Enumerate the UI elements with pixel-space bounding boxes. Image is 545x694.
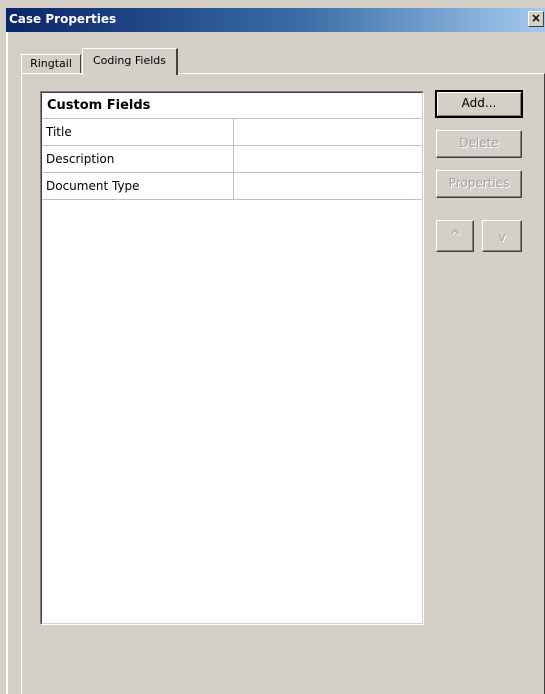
custom-fields-grid[interactable]: Custom Fields Title Description Document… xyxy=(40,91,424,625)
chevron-down-icon: v xyxy=(498,230,506,244)
table-row[interactable]: Document Type xyxy=(42,173,422,200)
chevron-up-icon: ^ xyxy=(449,228,461,242)
window-title: Case Properties xyxy=(9,12,117,26)
field-value-cell[interactable] xyxy=(234,119,422,145)
tab-coding-fields-label: Coding Fields xyxy=(92,54,167,67)
close-icon: × xyxy=(530,11,542,25)
title-bar[interactable]: Case Properties × xyxy=(6,8,545,32)
move-down-button[interactable]: v xyxy=(482,220,522,252)
grid-header: Custom Fields xyxy=(42,93,422,119)
window-frame-edge xyxy=(6,32,8,694)
table-row[interactable]: Title xyxy=(42,119,422,146)
tab-ringtail[interactable]: Ringtail xyxy=(21,54,81,74)
field-value-cell[interactable] xyxy=(234,146,422,172)
custom-fields-grid-body: Custom Fields Title Description Document… xyxy=(41,92,423,624)
move-up-button[interactable]: ^ xyxy=(436,220,474,252)
close-button[interactable]: × xyxy=(528,11,544,27)
table-row[interactable]: Description xyxy=(42,146,422,173)
field-name-cell: Description xyxy=(42,146,234,172)
field-name-cell: Document Type xyxy=(42,173,234,199)
field-value-cell[interactable] xyxy=(234,173,422,199)
add-button[interactable]: Add... xyxy=(435,90,523,118)
field-name-cell: Title xyxy=(42,119,234,145)
tab-ringtail-label: Ringtail xyxy=(30,57,72,70)
delete-button[interactable]: Delete xyxy=(436,130,522,158)
tab-coding-fields[interactable]: Coding Fields xyxy=(82,48,178,75)
properties-button[interactable]: Properties xyxy=(436,170,522,198)
